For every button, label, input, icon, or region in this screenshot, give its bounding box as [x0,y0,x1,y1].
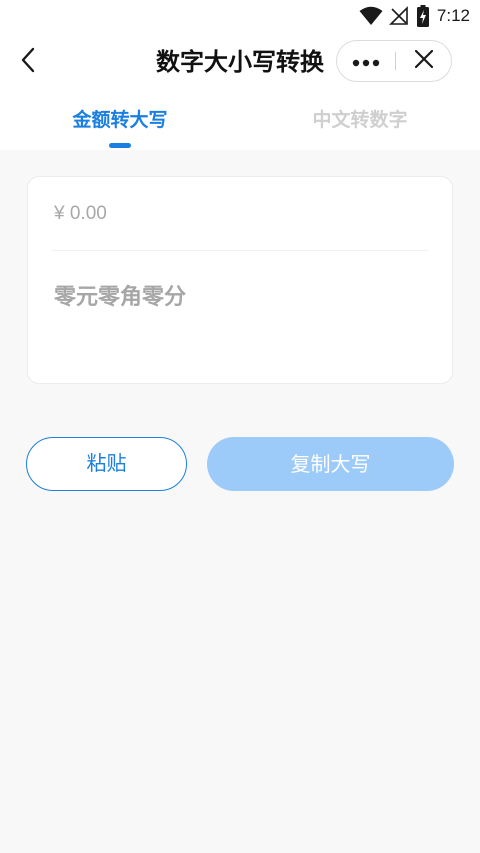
status-icons: 7:12 [359,4,470,28]
more-button[interactable] [337,41,395,81]
wifi-icon [359,6,383,26]
menu-capsule [336,40,452,82]
header-area: 7:12 数字大小写转换 金额转大写 中文转数字 [0,0,480,150]
close-button[interactable] [396,41,452,81]
status-time: 7:12 [436,6,470,25]
active-tab-indicator [109,143,131,148]
conversion-card: 零元零角零分 [27,176,453,384]
battery-charging-icon [416,5,429,27]
page-title: 数字大小写转换 [156,48,324,76]
more-dots-icon [352,52,380,71]
paste-button[interactable]: 粘贴 [26,437,187,491]
no-signal-icon [388,6,409,26]
copy-uppercase-button[interactable]: 复制大写 [207,437,454,491]
tab-chinese-to-number[interactable]: 中文转数字 [312,106,408,134]
chevron-left-icon [20,46,36,78]
card-divider [52,250,428,251]
back-button[interactable] [12,44,44,80]
uppercase-result: 零元零角零分 [54,285,187,310]
amount-input[interactable] [54,199,426,229]
tab-amount-to-uppercase[interactable]: 金额转大写 [72,106,168,134]
status-bar: 7:12 [0,0,480,32]
close-icon [414,49,434,73]
